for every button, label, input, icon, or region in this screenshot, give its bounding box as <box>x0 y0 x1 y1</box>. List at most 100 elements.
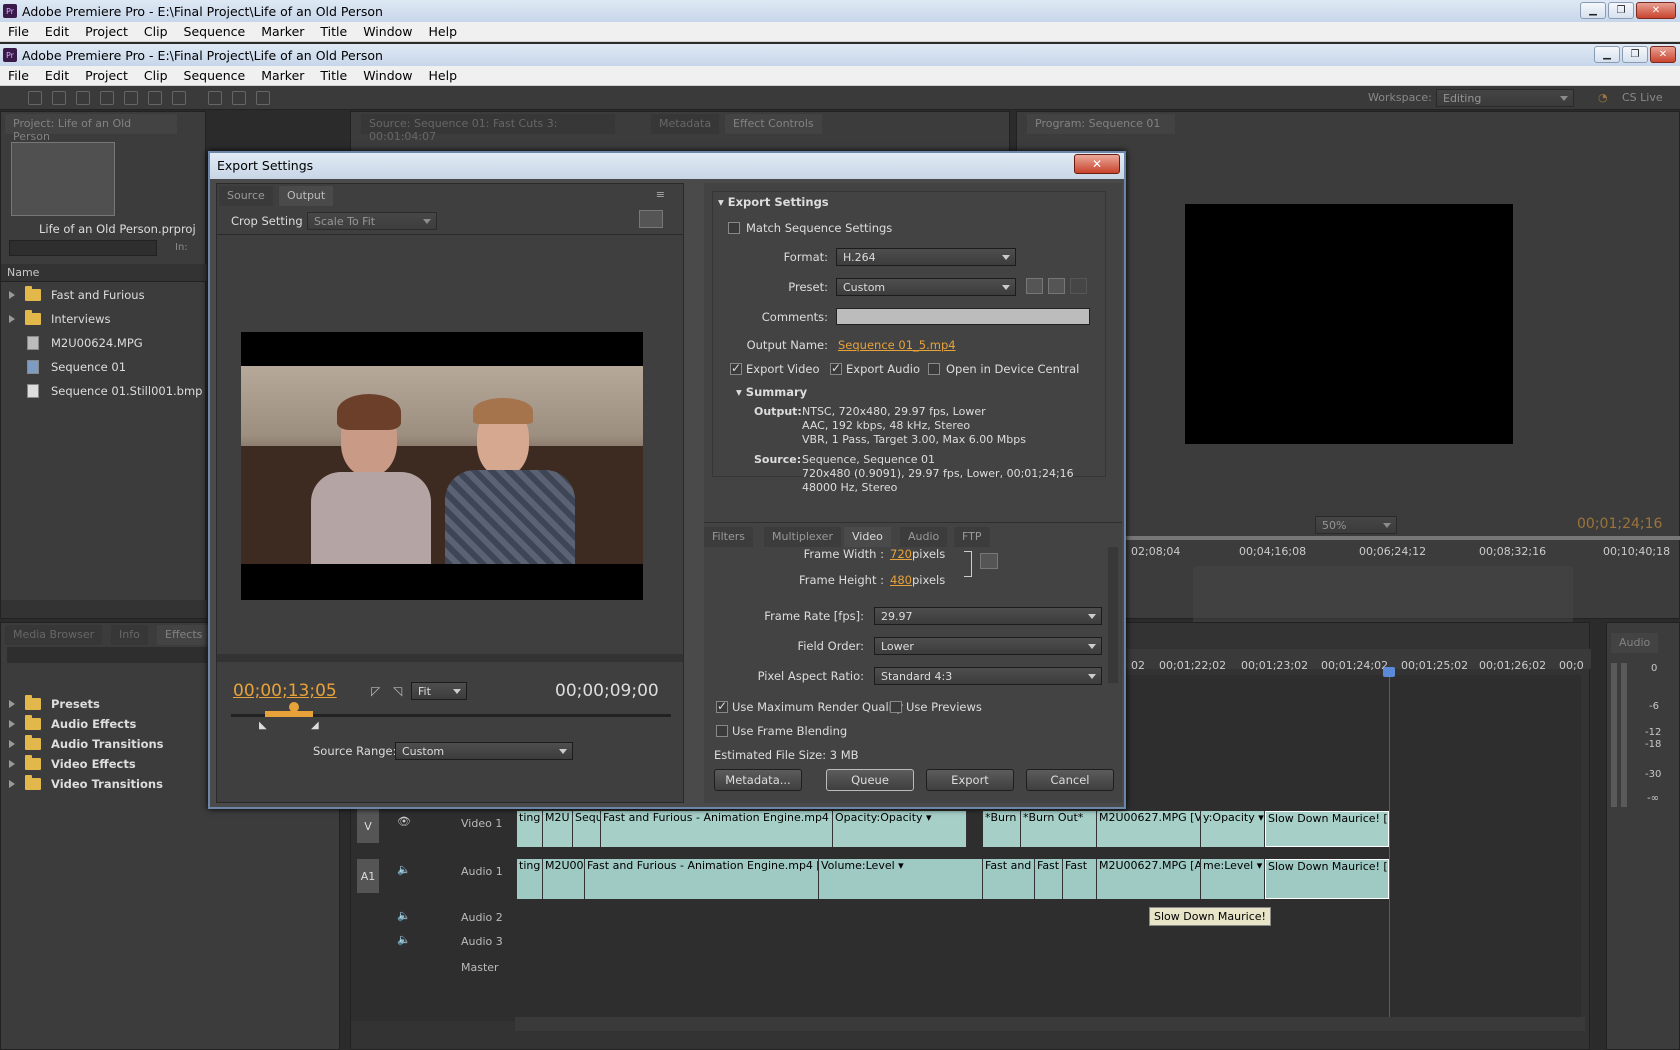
tab-audio-meter[interactable]: Audio <box>1611 633 1659 653</box>
import-preset-icon[interactable] <box>1048 278 1065 294</box>
export-settings-section-title[interactable]: ▾ Export Settings <box>718 195 829 209</box>
tab-ftp[interactable]: FTP <box>954 527 990 547</box>
cs-live-icon[interactable]: ◔ <box>1598 91 1608 104</box>
export-button[interactable]: Export <box>926 769 1014 791</box>
menu-window[interactable]: Window <box>355 68 420 83</box>
menu-sequence[interactable]: Sequence <box>176 68 254 83</box>
zoom-tool-icon[interactable] <box>256 91 270 105</box>
frame-height-value[interactable]: 480 <box>890 573 912 587</box>
zoom-dropdown[interactable]: 50% <box>1315 516 1397 534</box>
crop-toggle-icon[interactable] <box>639 210 663 228</box>
frame-width-value[interactable]: 720 <box>890 547 912 561</box>
tab-source[interactable]: Source: Sequence 01: Fast Cuts 3: 00:01:… <box>361 114 615 143</box>
expand-icon[interactable] <box>9 740 15 748</box>
list-item[interactable]: Video Transitions <box>9 773 163 795</box>
in-point-marker-icon[interactable]: ◣ <box>259 720 267 731</box>
panel-menu-icon[interactable]: ≡ <box>656 188 665 201</box>
audio-clip-volume[interactable]: Volume:Level ▾ <box>819 859 983 899</box>
rate-stretch-tool-icon[interactable] <box>124 91 138 105</box>
list-item[interactable]: Audio Effects <box>9 713 136 735</box>
max-render-quality-checkbox[interactable] <box>716 699 728 713</box>
track-select-tool-icon[interactable] <box>52 91 66 105</box>
video-clip[interactable]: M2U00627.MPG [V] <box>1097 811 1201 847</box>
track-label-audio2[interactable]: Audio 2 <box>461 911 503 924</box>
restore-button[interactable]: ❐ <box>1608 2 1634 19</box>
output-name-link[interactable]: Sequence 01_5.mp4 <box>838 338 956 352</box>
audio-clip[interactable]: Fast and F <box>983 859 1035 899</box>
hand-tool-icon[interactable] <box>232 91 246 105</box>
tab-info[interactable]: Info <box>111 625 148 645</box>
tab-audio[interactable]: Audio <box>900 527 948 547</box>
list-item[interactable]: Video Effects <box>9 753 136 775</box>
menu-file[interactable]: File <box>0 24 37 39</box>
menu-marker[interactable]: Marker <box>253 24 312 39</box>
audio-clip[interactable]: Fast <box>1035 859 1063 899</box>
comments-input[interactable] <box>836 308 1090 325</box>
tab-effect-controls[interactable]: Effect Controls <box>725 114 822 134</box>
preview-scrollbar[interactable] <box>217 654 683 662</box>
workspace-dropdown[interactable]: Editing <box>1436 89 1574 107</box>
menu-project[interactable]: Project <box>77 24 136 39</box>
list-item[interactable]: Sequence 01 <box>25 356 126 378</box>
track-label-video1[interactable]: Video 1 <box>461 817 502 830</box>
audio-clip[interactable]: Fast and Furious - Animation Engine.mp4 … <box>585 859 819 899</box>
selection-tool-icon[interactable] <box>28 91 42 105</box>
timeline-scrollbar[interactable] <box>515 1017 1585 1031</box>
video-target-button[interactable]: V <box>357 809 379 843</box>
frame-blending-checkbox[interactable] <box>716 725 728 737</box>
track-label-master[interactable]: Master <box>461 961 499 974</box>
menu-project[interactable]: Project <box>77 68 136 83</box>
match-sequence-checkbox[interactable] <box>728 222 740 234</box>
playhead-icon[interactable] <box>289 702 299 712</box>
save-preset-icon[interactable] <box>1026 278 1043 294</box>
minimize-button[interactable]: ▁ <box>1594 46 1620 63</box>
delete-preset-icon[interactable] <box>1070 278 1087 294</box>
program-transport-controls[interactable] <box>1193 566 1573 626</box>
tab-project[interactable]: Project: Life of an Old Person <box>5 114 177 143</box>
menu-clip[interactable]: Clip <box>136 68 176 83</box>
speaker-toggle-icon[interactable]: 🔈 <box>397 909 411 922</box>
format-dropdown[interactable]: H.264 <box>836 248 1016 266</box>
fit-dropdown[interactable]: Fit <box>411 682 467 700</box>
tab-program[interactable]: Program: Sequence 01 <box>1027 114 1175 134</box>
current-time-display[interactable]: 00;00;13;05 <box>233 681 337 701</box>
speaker-toggle-icon[interactable]: 🔈 <box>397 933 411 946</box>
tab-output-preview[interactable]: Output <box>279 186 334 206</box>
frame-rate-dropdown[interactable]: 29.97 <box>874 607 1102 625</box>
audio-clip[interactable]: M2U00 <box>543 859 585 899</box>
expand-icon[interactable] <box>9 315 15 323</box>
video-clip[interactable]: *Burn Out* <box>1021 811 1097 847</box>
tab-media-browser[interactable]: Media Browser <box>5 625 103 645</box>
slip-tool-icon[interactable] <box>172 91 186 105</box>
summary-section-title[interactable]: ▾ Summary <box>736 385 807 399</box>
audio-clip[interactable]: Fast <box>1063 859 1097 899</box>
tab-video[interactable]: Video <box>844 527 891 547</box>
eye-toggle-icon[interactable]: 👁 <box>397 815 411 828</box>
menu-title[interactable]: Title <box>312 24 355 39</box>
playhead-line[interactable] <box>1389 669 1390 1031</box>
tab-filters[interactable]: Filters <box>704 527 753 547</box>
list-item[interactable]: Sequence 01.Still001.bmp <box>25 380 202 402</box>
close-window-button[interactable]: ✕ <box>1650 46 1676 63</box>
expand-icon[interactable] <box>9 291 15 299</box>
expand-icon[interactable] <box>9 700 15 708</box>
project-search-input[interactable] <box>9 240 157 256</box>
list-item[interactable]: Fast and Furious <box>9 284 145 306</box>
export-audio-checkbox[interactable] <box>830 361 842 375</box>
audio-clip[interactable]: ting <box>517 859 543 899</box>
video-clip[interactable]: *Burn <box>983 811 1021 847</box>
audio-target-button[interactable]: A1 <box>357 859 379 893</box>
collapse-icon[interactable]: ▾ <box>736 385 746 399</box>
tab-effects[interactable]: Effects <box>157 625 211 645</box>
crop-setting-dropdown[interactable]: Scale To Fit <box>307 212 437 230</box>
list-item[interactable]: Presets <box>9 693 100 715</box>
video-clip[interactable]: M2U <box>543 811 573 847</box>
list-item[interactable]: M2U00624.MPG <box>25 332 143 354</box>
list-item[interactable]: Interviews <box>9 308 110 330</box>
set-out-point-icon[interactable]: ◹ <box>393 684 402 698</box>
speaker-toggle-icon[interactable]: 🔈 <box>397 863 411 876</box>
menu-help[interactable]: Help <box>421 24 466 39</box>
menu-edit[interactable]: Edit <box>37 24 77 39</box>
preset-dropdown[interactable]: Custom <box>836 278 1016 296</box>
program-timecode[interactable]: 00;01;24;16 <box>1577 516 1662 532</box>
